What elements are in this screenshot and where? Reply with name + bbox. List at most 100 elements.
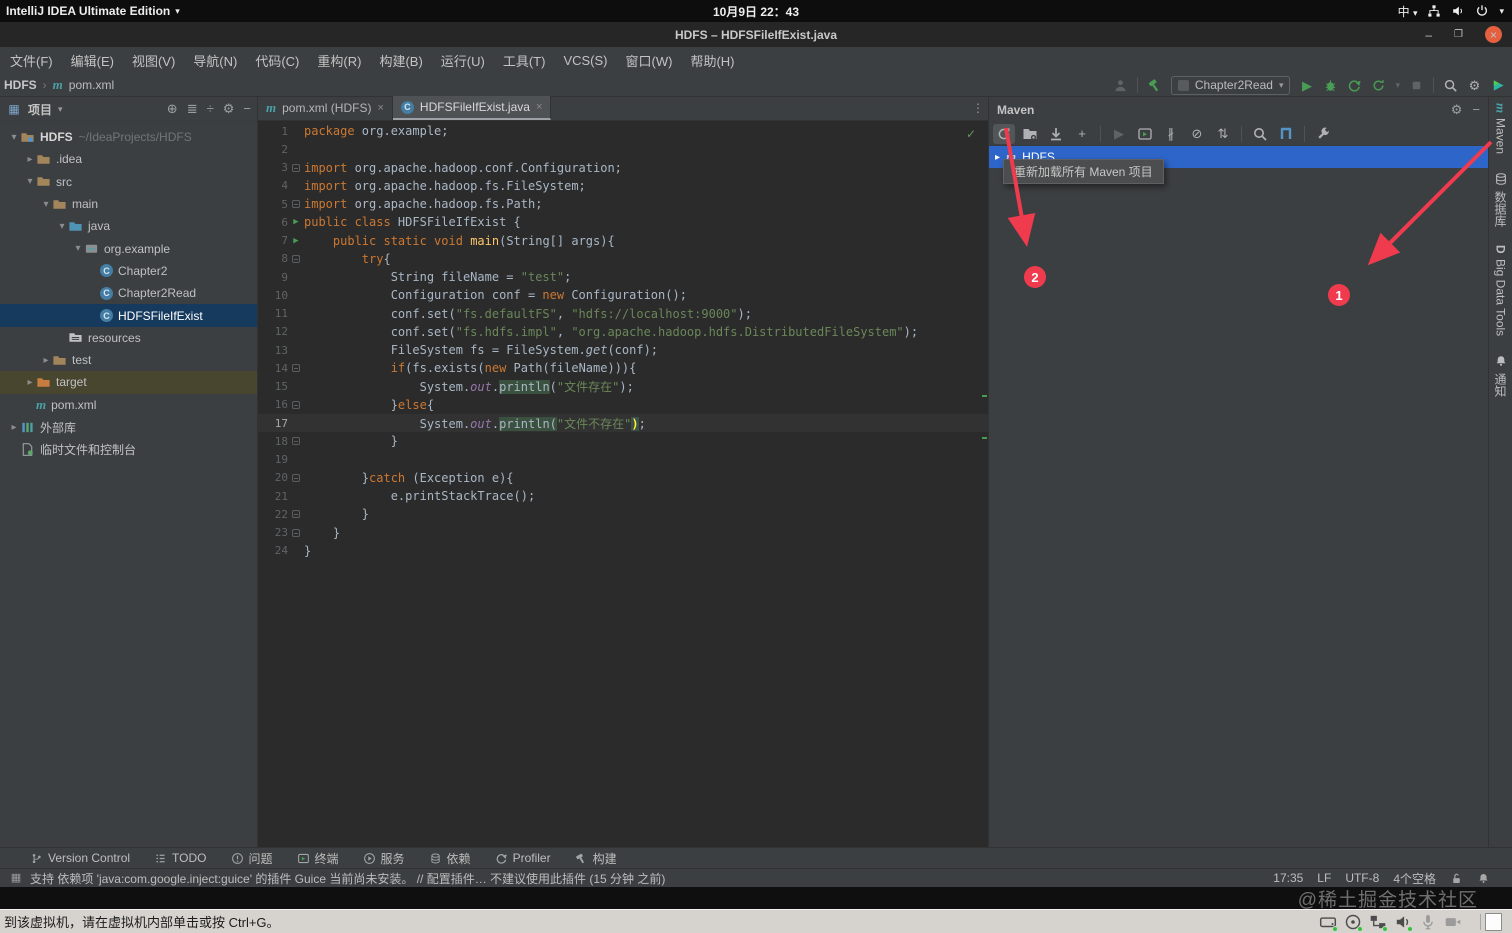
code-line-9[interactable]: 9 String fileName = "test"; [258,268,988,286]
bottom-tool-Profiler[interactable]: Profiler [495,851,551,865]
fold-marker-icon[interactable] [292,364,300,373]
generate-sources-icon[interactable] [1019,124,1041,144]
tree-item-HDFS[interactable]: ▾ HDFS ~/IdeaProjects/HDFS [0,126,257,148]
chevron-right-icon[interactable]: ▸ [8,422,20,433]
menu-帮助(H)[interactable]: 帮助(H) [682,48,742,73]
search-everywhere-icon[interactable] [1443,78,1458,93]
menu-VCS(S)[interactable]: VCS(S) [555,50,615,71]
hide-panel-icon[interactable]: − [243,101,251,117]
tool-windows-icon[interactable]: ▦ [8,870,24,886]
line-separator-widget[interactable]: LF [1317,871,1331,885]
stripe-Big Data Tools[interactable]: D Big Data Tools [1494,245,1508,336]
minimize-button[interactable]: – [1425,28,1432,42]
network-icon[interactable] [1427,4,1441,18]
status-message[interactable]: 支持 依赖项 'java:com.google.inject:guice' 的插… [30,870,665,887]
power-icon[interactable] [1475,4,1489,18]
vm-page-icon[interactable] [1485,912,1502,931]
settings-gear-icon[interactable]: ⚙ [1467,78,1482,93]
tree-item-外部库[interactable]: ▸ 外部库 [0,416,257,438]
tree-item-Chapter2Read[interactable]: C Chapter2Read [0,282,257,304]
code-line-5[interactable]: 5 import org.apache.hadoop.fs.Path; [258,195,988,213]
execute-maven-goal-icon[interactable] [1134,124,1156,144]
menu-运行(U)[interactable]: 运行(U) [433,48,493,73]
chevron-down-icon[interactable]: ▾ [24,176,36,187]
tree-item-test[interactable]: ▸ test [0,349,257,371]
collapse-all-icon[interactable]: ⇅ [1212,124,1234,144]
code-line-6[interactable]: 6 ▶ public class HDFSFileIfExist { [258,213,988,231]
menu-导航(N)[interactable]: 导航(N) [185,48,245,73]
bottom-tool-Version Control[interactable]: Version Control [30,851,130,865]
menu-工具(T)[interactable]: 工具(T) [495,48,554,73]
fold-marker-icon[interactable] [292,254,300,263]
run-configuration-select[interactable]: Chapter2Read ▾ [1170,75,1291,95]
run-gutter-icon[interactable]: ▶ [293,236,298,246]
chevron-down-icon[interactable]: ▾ [1499,6,1504,17]
menu-编辑(E)[interactable]: 编辑(E) [63,48,122,73]
debug-button[interactable] [1323,78,1338,93]
code-line-15[interactable]: 15 System.out.println("文件存在"); [258,378,988,396]
lock-icon[interactable] [1450,872,1463,885]
code-line-2[interactable]: 2 [258,140,988,158]
menu-视图(V)[interactable]: 视图(V) [124,48,183,73]
code-line-7[interactable]: 7 ▶ public static void main(String[] args… [258,232,988,250]
chevron-down-icon[interactable]: ▾ [40,199,52,210]
chevron-down-icon[interactable]: ▾ [1395,80,1400,91]
panel-settings-icon[interactable]: ⚙ [223,101,235,117]
code-line-24[interactable]: 24} [258,542,988,560]
tree-item-HDFSFileIfExist[interactable]: C HDFSFileIfExist [0,304,257,327]
vm-camera-icon[interactable] [1444,913,1462,931]
tab-close-icon[interactable]: × [536,101,542,113]
volume-icon[interactable] [1451,4,1465,18]
fold-marker-icon[interactable] [292,510,300,519]
tree-item-src[interactable]: ▾ src [0,171,257,193]
chevron-down-icon[interactable]: ▾ [56,221,68,232]
tree-item-Chapter2[interactable]: C Chapter2 [0,260,257,282]
ide-logo-icon[interactable] [1491,78,1506,93]
tree-item-java[interactable]: ▾ java [0,215,257,237]
tree-item-resources[interactable]: resources [0,327,257,349]
menu-文件(F)[interactable]: 文件(F) [2,48,61,73]
user-icon[interactable] [1113,78,1128,93]
notifications-icon[interactable] [1477,872,1490,885]
inspections-ok-icon[interactable]: ✓ [966,127,976,141]
bottom-tool-构建[interactable]: 构建 [575,850,617,867]
vm-disk-icon[interactable] [1319,913,1338,932]
vm-network-icon[interactable] [1369,913,1388,932]
fold-marker-icon[interactable] [292,473,300,482]
tree-item-target[interactable]: ▸ target [0,371,257,394]
tree-item-.idea[interactable]: ▸ .idea [0,148,257,170]
breadcrumb-project[interactable]: HDFS [4,78,37,92]
code-line-16[interactable]: 16 }else{ [258,396,988,414]
code-line-19[interactable]: 19 [258,451,988,469]
analyze-dependencies-icon[interactable] [1249,124,1271,144]
bottom-tool-依赖[interactable]: 依赖 [429,850,471,867]
vm-mic-icon[interactable] [1419,913,1437,931]
stripe-通知[interactable]: 通知 [1492,354,1509,397]
chevron-down-icon[interactable]: ▾ [58,104,63,115]
fold-marker-icon[interactable] [292,200,300,209]
code-line-4[interactable]: 4 import org.apache.hadoop.fs.FileSystem; [258,177,988,195]
menu-构建(B)[interactable]: 构建(B) [371,48,430,73]
close-button[interactable]: × [1485,26,1502,43]
ime-indicator[interactable]: 中 ▾ [1398,3,1418,20]
maximize-button[interactable]: ❐ [1454,29,1463,40]
stripe-Maven[interactable]: m Maven [1493,103,1509,154]
fold-marker-icon[interactable] [292,163,300,172]
encoding-widget[interactable]: UTF-8 [1345,871,1379,885]
tab-HDFSFileIfExist.java[interactable]: C HDFSFileIfExist.java × [392,96,552,120]
code-line-22[interactable]: 22 } [258,505,988,523]
expand-all-icon[interactable]: ≣ [187,101,198,117]
fold-marker-icon[interactable] [292,528,300,537]
panel-settings-icon[interactable]: ⚙ [1451,102,1463,118]
code-line-23[interactable]: 23 } [258,524,988,542]
chevron-down-icon[interactable]: ▾ [8,132,20,143]
run-maven-build-icon[interactable]: ▶ [1108,124,1130,144]
menu-窗口(W)[interactable]: 窗口(W) [618,48,681,73]
code-line-10[interactable]: 10 Configuration conf = new Configuratio… [258,286,988,304]
code-line-17[interactable]: 17 System.out.println("文件不存在"); [258,414,988,433]
fold-marker-icon[interactable] [292,400,300,409]
code-line-8[interactable]: 8 try{ [258,250,988,268]
code-line-12[interactable]: 12 conf.set("fs.hdfs.impl", "org.apache.… [258,323,988,341]
tree-item-临时文件和控制台[interactable]: 临时文件和控制台 [0,438,257,460]
toggle-offline-mode-icon[interactable]: ⊘ [1186,124,1208,144]
